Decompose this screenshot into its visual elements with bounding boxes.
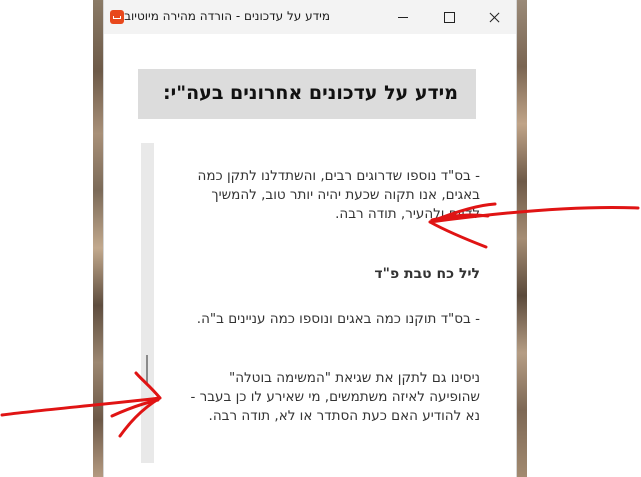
app-download-icon	[110, 10, 124, 24]
update-paragraph-1: - בס"ד נוספו שדרוגים רבים, והשתדלנו לתקן…	[197, 168, 480, 222]
section-date-heading: ליל כח טבת פ"ד	[374, 266, 480, 282]
minimize-button[interactable]	[380, 0, 426, 34]
window-title: מידע על עדכונים - הורדה מהירה מיוטיוב	[124, 9, 330, 23]
title-bar[interactable]: מידע על עדכונים - הורדה מהירה מיוטיוב	[104, 0, 516, 34]
quote-bar	[141, 143, 154, 463]
heading-banner: מידע על עדכונים אחרונים בעה"י:	[138, 69, 476, 119]
desktop-background-left	[93, 0, 103, 477]
updates-content[interactable]: מידע על עדכונים אחרונים בעה"י: - בס"ד נו…	[104, 34, 516, 477]
updates-window: מידע על עדכונים - הורדה מהירה מיוטיוב מי…	[103, 0, 517, 477]
update-paragraph-3: ניסינו גם לתקן את שגיאת "המשימה בוטלה" ש…	[190, 370, 480, 424]
scroll-indicator[interactable]	[146, 355, 148, 383]
maximize-button[interactable]	[426, 0, 472, 34]
update-paragraph-2: - בס"ד תוקנו כמה באגים ונוספו כמה ענייני…	[196, 311, 480, 327]
desktop-background-right	[517, 0, 527, 477]
close-button[interactable]	[472, 0, 518, 34]
page-title: מידע על עדכונים אחרונים בעה"י:	[163, 82, 458, 104]
